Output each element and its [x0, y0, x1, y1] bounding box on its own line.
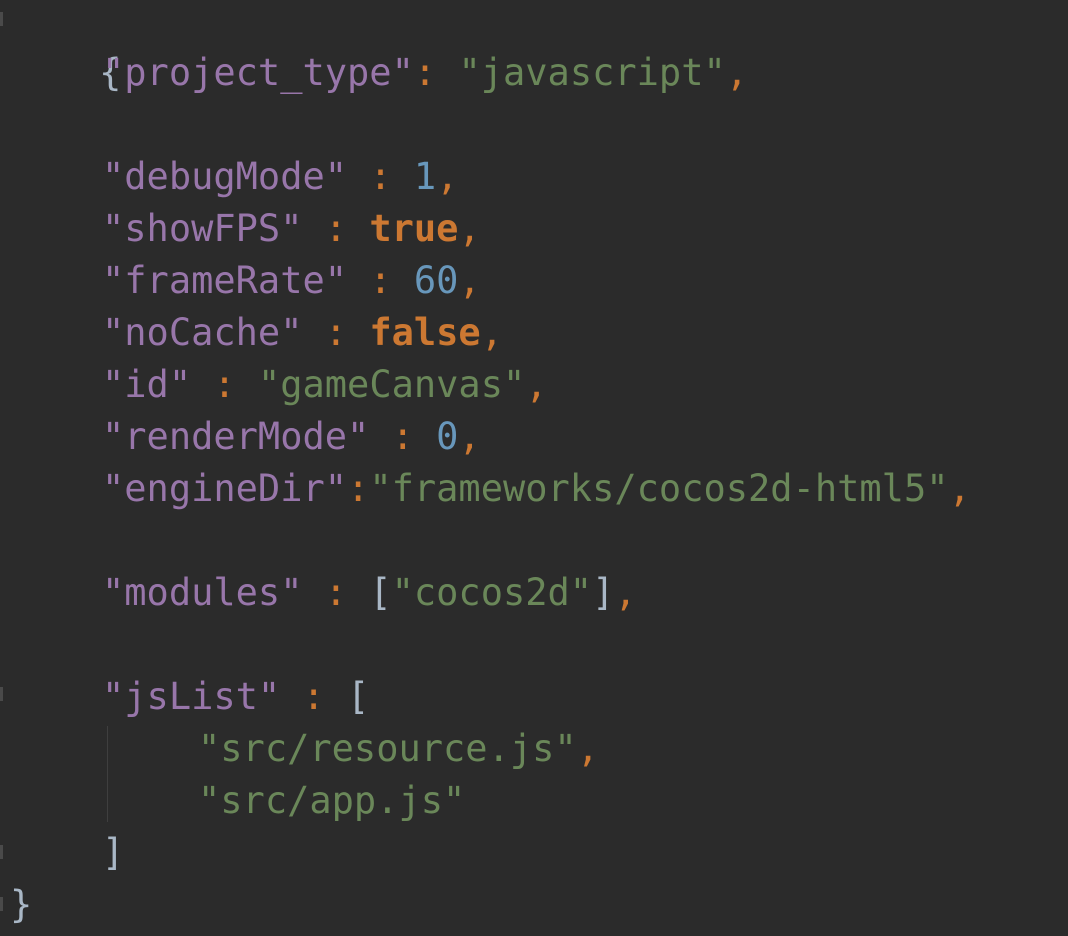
json-separator: : [369, 415, 437, 458]
code-line-id: "id" : "gameCanvas", [102, 359, 548, 411]
code-line-render-mode: "renderMode" : 0, [102, 411, 481, 463]
json-comma: , [436, 155, 459, 198]
json-key: "noCache" [102, 311, 303, 354]
json-value: true [369, 207, 459, 250]
json-comma: , [525, 363, 548, 406]
json-value: "src/app.js" [198, 779, 466, 822]
json-comma: , [458, 415, 481, 458]
json-separator: : [347, 467, 370, 510]
json-separator: : [191, 363, 258, 406]
json-value: false [369, 311, 481, 354]
json-key: "showFPS" [102, 207, 303, 250]
close-brace: } [10, 883, 33, 926]
json-key: "engineDir" [102, 467, 348, 510]
json-separator: : [413, 51, 459, 94]
code-line-frame-rate: "frameRate" : 60, [102, 255, 481, 307]
json-value: "cocos2d" [391, 571, 593, 614]
json-key: "jsList" [102, 675, 281, 718]
json-key: "modules" [102, 571, 303, 614]
open-bracket: [ [347, 675, 370, 718]
json-separator: : [280, 675, 348, 718]
close-bracket: ] [102, 831, 125, 874]
json-value: "gameCanvas" [257, 363, 526, 406]
json-separator: : [347, 259, 414, 302]
indent-guide [107, 726, 108, 822]
json-key: "frameRate" [102, 259, 348, 302]
json-value: 60 [413, 259, 459, 302]
json-comma: , [480, 311, 503, 354]
fold-marker-icon[interactable] [0, 897, 3, 911]
open-bracket: [ [369, 571, 392, 614]
code-line-1: { [10, 0, 121, 94]
code-line-engine-dir: "engineDir":"frameworks/cocos2d-html5", [102, 463, 971, 515]
json-separator: : [302, 207, 370, 250]
json-key: "debugMode" [102, 155, 348, 198]
code-line-js-list-item: "src/app.js" [198, 775, 465, 827]
code-line-js-list: "jsList" : [ [102, 671, 369, 723]
json-comma: , [948, 467, 971, 510]
json-value: 0 [436, 415, 459, 458]
code-line-close-brace: } [10, 879, 32, 931]
fold-marker-icon[interactable] [0, 12, 3, 26]
json-value: "frameworks/cocos2d-html5" [369, 467, 949, 510]
json-key: "renderMode" [102, 415, 370, 458]
code-line-modules: "modules" : ["cocos2d"], [102, 567, 637, 619]
close-bracket: ] [592, 571, 615, 614]
json-value: 1 [413, 155, 437, 198]
code-editor[interactable]: { "project_type": "javascript", "debugMo… [0, 0, 1068, 936]
code-line-js-list-item: "src/resource.js", [198, 723, 599, 775]
json-comma: , [725, 51, 749, 94]
json-separator: : [347, 155, 414, 198]
json-key: "id" [102, 363, 192, 406]
json-comma: , [458, 259, 481, 302]
fold-marker-icon[interactable] [0, 845, 3, 859]
code-line-no-cache: "noCache" : false, [102, 307, 503, 359]
code-line-show-fps: "showFPS" : true, [102, 203, 481, 255]
json-separator: : [302, 311, 370, 354]
fold-marker-icon[interactable] [0, 687, 3, 701]
code-line-debug-mode: "debugMode" : 1, [102, 151, 458, 203]
json-value: "src/resource.js" [198, 727, 577, 770]
json-comma: , [576, 727, 599, 770]
json-separator: : [302, 571, 370, 614]
json-key: "project_type" [102, 51, 414, 94]
json-comma: , [614, 571, 637, 614]
json-comma: , [458, 207, 481, 250]
code-line-close-bracket: ] [102, 827, 124, 879]
json-value: "javascript" [458, 51, 726, 94]
code-line-project-type: "project_type": "javascript", [102, 47, 748, 99]
